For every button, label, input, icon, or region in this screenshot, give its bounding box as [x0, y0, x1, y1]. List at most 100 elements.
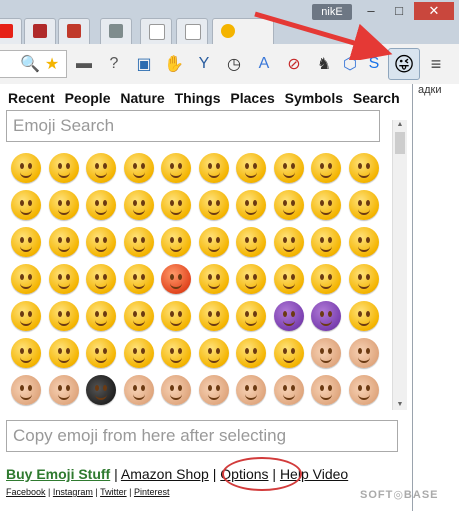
emoji-cell[interactable] [46, 298, 82, 334]
scrollbar[interactable]: ▲ ▼ [392, 120, 407, 410]
emoji-cell[interactable] [46, 261, 82, 297]
emoji-cell[interactable] [271, 224, 307, 260]
emoji-cell[interactable] [233, 261, 269, 297]
emoji-cell[interactable] [308, 372, 344, 408]
emoji-cell[interactable] [346, 187, 382, 223]
emoji-cell[interactable] [8, 372, 44, 408]
emoji-cell[interactable] [308, 187, 344, 223]
tab-things[interactable]: Things [175, 90, 221, 106]
emoji-cell[interactable] [271, 298, 307, 334]
emoji-cell[interactable] [233, 298, 269, 334]
emoji-cell[interactable] [121, 187, 157, 223]
minimize-button[interactable]: – [358, 2, 384, 20]
emoji-cell[interactable] [158, 335, 194, 371]
amazon-shop-link[interactable]: Amazon Shop [121, 466, 209, 482]
emoji-cell[interactable] [196, 335, 232, 371]
emoji-cell[interactable] [346, 335, 382, 371]
close-window-button[interactable]: ✕ [414, 2, 454, 20]
emoji-cell[interactable] [308, 298, 344, 334]
help-video-link[interactable]: Help Video [280, 466, 348, 482]
emoji-cell[interactable] [233, 224, 269, 260]
emoji-cell[interactable] [196, 187, 232, 223]
emoji-cell[interactable] [271, 150, 307, 186]
emoji-cell[interactable] [233, 372, 269, 408]
emoji-cell[interactable] [83, 150, 119, 186]
extension-icon[interactable]: ⬡ [338, 52, 362, 76]
emoji-cell[interactable] [196, 372, 232, 408]
hand-icon[interactable]: ✋ [162, 52, 186, 76]
emoji-cell[interactable] [346, 298, 382, 334]
emoji-cell[interactable] [121, 261, 157, 297]
options-link[interactable]: Options [220, 466, 268, 482]
instagram-link[interactable]: Instagram [53, 487, 93, 497]
maximize-button[interactable]: □ [386, 2, 412, 20]
emoji-cell[interactable] [158, 261, 194, 297]
bookmark-star-icon[interactable]: ★ [40, 52, 64, 76]
tab-c[interactable] [58, 18, 90, 45]
tab-places[interactable]: Places [230, 90, 274, 106]
tab-gt[interactable] [100, 18, 132, 45]
emoji-cell[interactable] [121, 224, 157, 260]
emoji-cell[interactable] [46, 372, 82, 408]
emoji-cell[interactable] [158, 150, 194, 186]
emoji-cell[interactable] [8, 224, 44, 260]
clock-icon[interactable]: ◷ [222, 52, 246, 76]
buy-emoji-link[interactable]: Buy Emoji Stuff [6, 466, 110, 482]
profile-name-chip[interactable]: nikE [312, 4, 352, 20]
emoji-cell[interactable] [271, 335, 307, 371]
emoji-extension-button[interactable]: 😜 [388, 48, 420, 80]
scroll-thumb[interactable] [395, 132, 405, 154]
emoji-cell[interactable] [346, 261, 382, 297]
emoji-cell[interactable] [83, 261, 119, 297]
emoji-cell[interactable] [83, 187, 119, 223]
emoji-cell[interactable] [233, 335, 269, 371]
s-icon[interactable]: S [362, 52, 386, 76]
tab-page-2[interactable] [176, 18, 208, 45]
tab-symbols[interactable]: Symbols [285, 90, 343, 106]
emoji-cell[interactable] [83, 224, 119, 260]
emoji-cell[interactable] [233, 187, 269, 223]
emoji-cell[interactable] [196, 261, 232, 297]
tab-nature[interactable]: Nature [120, 90, 164, 106]
emoji-cell[interactable] [196, 298, 232, 334]
twitter-link[interactable]: Twitter [100, 487, 127, 497]
window-icon[interactable]: ▣ [132, 52, 156, 76]
emoji-cell[interactable] [8, 150, 44, 186]
emoji-cell[interactable] [83, 335, 119, 371]
scroll-down-icon[interactable]: ▼ [393, 400, 407, 410]
tab-ui[interactable] [24, 18, 56, 45]
evernote-icon[interactable]: ♞ [312, 52, 336, 76]
emoji-cell[interactable] [346, 372, 382, 408]
emoji-cell[interactable] [8, 261, 44, 297]
emoji-cell[interactable] [196, 150, 232, 186]
emoji-cell[interactable] [271, 372, 307, 408]
emoji-cell[interactable] [121, 335, 157, 371]
emoji-cell[interactable] [308, 261, 344, 297]
tab-people[interactable]: People [65, 90, 111, 106]
emoji-cell[interactable] [8, 335, 44, 371]
scroll-up-icon[interactable]: ▲ [393, 120, 407, 130]
emoji-cell[interactable] [308, 150, 344, 186]
emoji-cell[interactable] [46, 335, 82, 371]
emoji-cell[interactable] [308, 224, 344, 260]
tab-page-1[interactable] [140, 18, 172, 45]
emoji-cell[interactable] [158, 187, 194, 223]
tab-active[interactable] [212, 18, 274, 45]
emoji-cell[interactable] [83, 372, 119, 408]
emoji-cell[interactable] [121, 372, 157, 408]
emoji-cell[interactable] [46, 150, 82, 186]
emoji-cell[interactable] [233, 150, 269, 186]
emoji-cell[interactable] [8, 298, 44, 334]
menu-icon[interactable]: ≡ [424, 52, 448, 76]
facebook-link[interactable]: Facebook [6, 487, 46, 497]
emoji-cell[interactable] [8, 187, 44, 223]
y-icon[interactable]: Y [192, 52, 216, 76]
block-icon[interactable]: ⊘ [282, 52, 306, 76]
emoji-search-input[interactable]: Emoji Search [6, 110, 380, 142]
emoji-cell[interactable] [271, 187, 307, 223]
emoji-cell[interactable] [308, 335, 344, 371]
emoji-cell[interactable] [271, 261, 307, 297]
tab-recent[interactable]: Recent [8, 90, 55, 106]
emoji-cell[interactable] [83, 298, 119, 334]
emoji-cell[interactable] [121, 298, 157, 334]
